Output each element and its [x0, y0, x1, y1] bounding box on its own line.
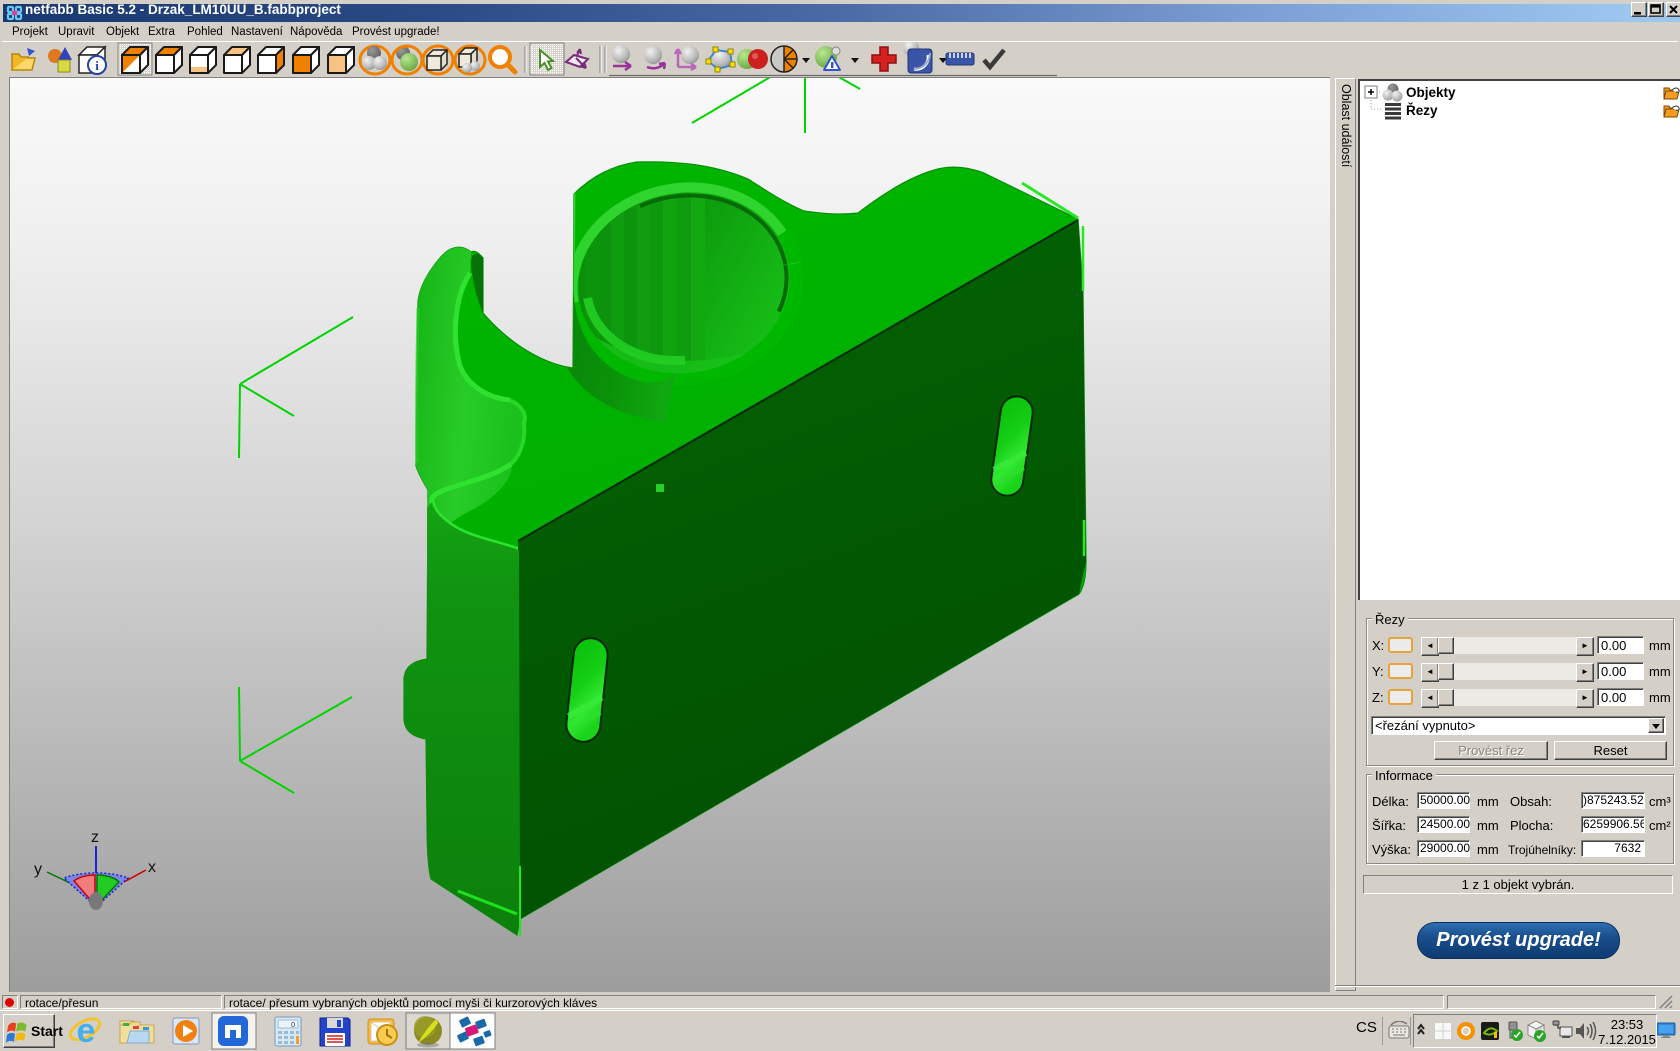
svg-text:x: x [148, 859, 156, 876]
svg-text:e: e [77, 1012, 96, 1050]
svg-text:y: y [34, 861, 42, 878]
svg-text:Řezy: Řezy [1406, 103, 1438, 118]
svg-text:Objekty: Objekty [1406, 85, 1456, 100]
svg-text:0: 0 [291, 1022, 295, 1029]
svg-text:i: i [95, 58, 99, 73]
svg-text:z: z [91, 829, 99, 846]
